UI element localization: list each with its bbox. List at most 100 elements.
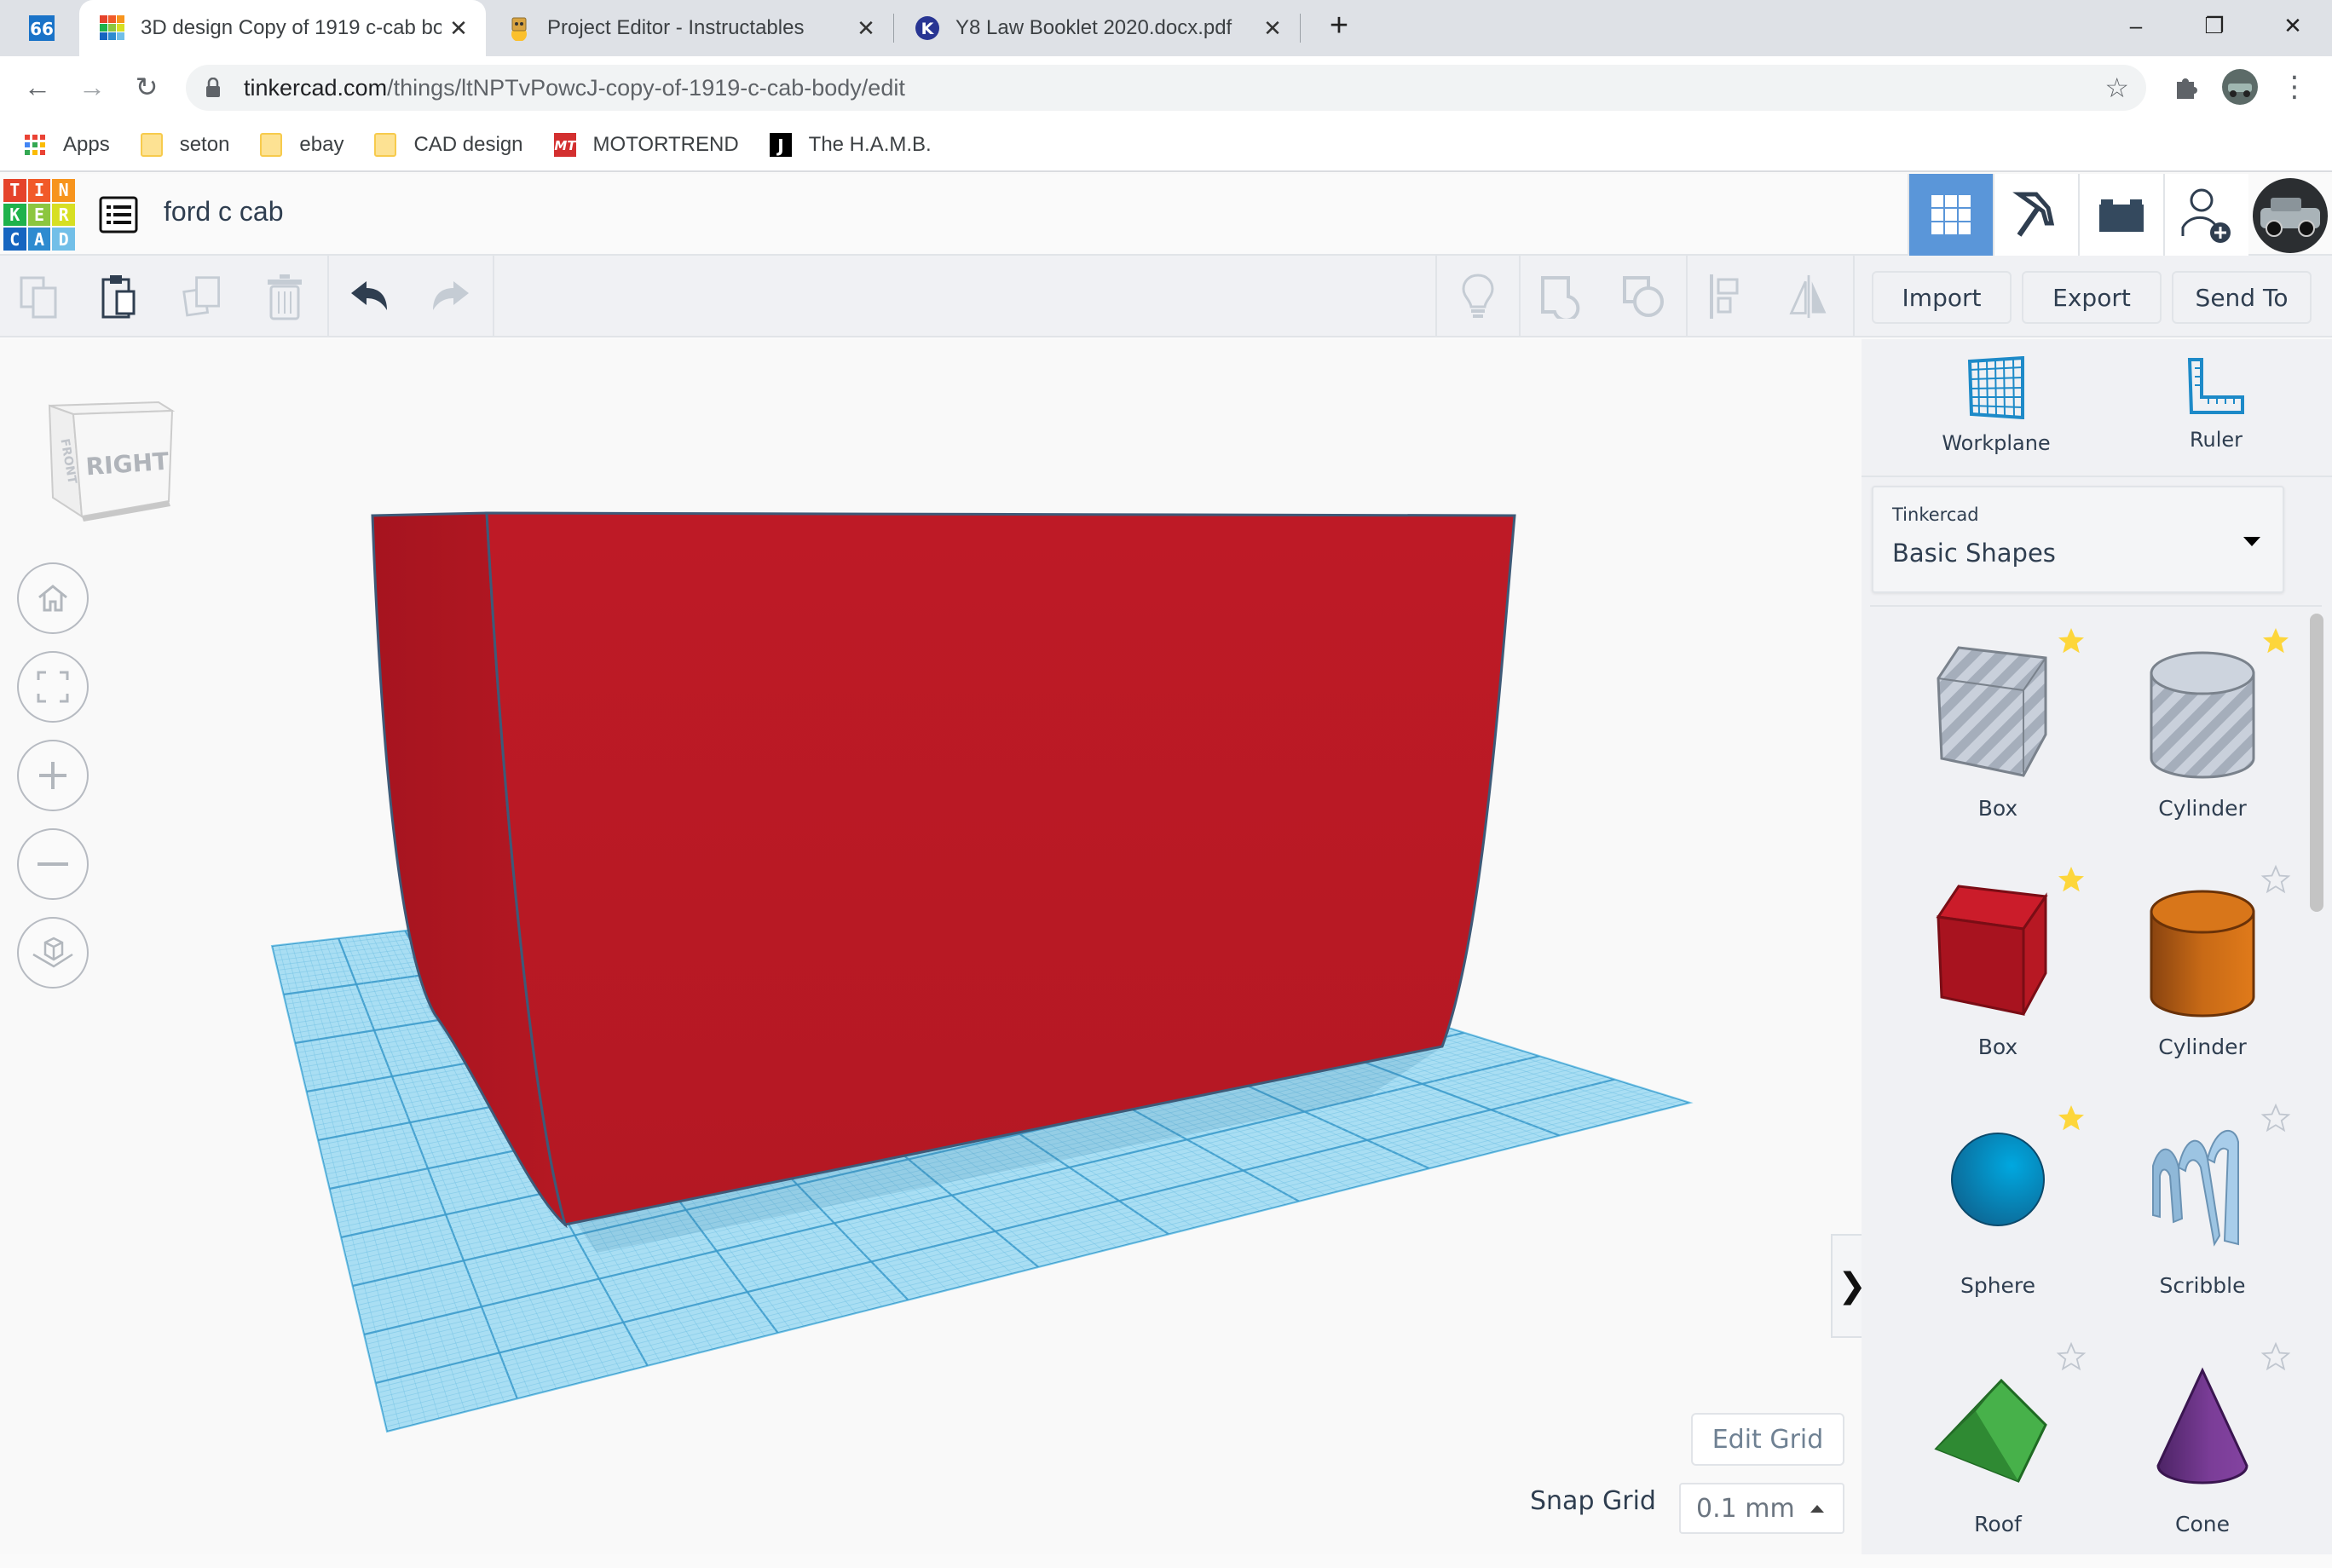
shape-box[interactable]: Box xyxy=(1896,852,2100,1091)
chrome-menu-button[interactable]: ⋮ xyxy=(2272,65,2317,109)
favorite-star-outline-icon[interactable] xyxy=(2260,1103,2291,1133)
bookmark-hamb[interactable]: J The H.A.M.B. xyxy=(769,133,932,157)
delete-button[interactable] xyxy=(263,274,307,320)
shape-hole-cylinder[interactable]: Cylinder xyxy=(2100,614,2305,852)
shape-cylinder[interactable]: Cylinder xyxy=(2100,852,2305,1091)
invite-user-button[interactable] xyxy=(2163,174,2248,256)
logo-letter: T xyxy=(3,179,26,202)
export-button[interactable]: Export xyxy=(2022,271,2162,324)
mirror-button[interactable] xyxy=(1787,274,1831,319)
tab-title: 3D design Copy of 1919 c-cab body xyxy=(141,16,442,39)
blocks-view-button[interactable] xyxy=(1993,174,2078,256)
back-button[interactable]: ← xyxy=(15,65,60,109)
bookmark-seton[interactable]: seton xyxy=(140,133,229,157)
redo-icon xyxy=(433,281,469,310)
bricks-view-button[interactable] xyxy=(2078,174,2163,256)
favorite-star-icon[interactable] xyxy=(2056,1103,2087,1133)
logo-letter: A xyxy=(27,228,51,251)
pinned-tab[interactable]: 66 xyxy=(19,0,70,56)
home-view-button[interactable] xyxy=(17,562,89,634)
favorite-star-icon[interactable] xyxy=(2260,625,2291,656)
3d-viewport[interactable]: RIGHT FRONT ❯ Edit Grid Snap Grid 0.1 mm xyxy=(0,339,1862,1554)
close-window-button[interactable]: ✕ xyxy=(2254,0,2332,51)
tinkercad-logo[interactable]: T I N K E R C A D xyxy=(3,179,75,251)
toolbar-divider xyxy=(1686,256,1688,337)
url-input[interactable]: tinkercad.com/things/ltNPTvPowcJ-copy-of… xyxy=(186,65,2146,111)
3d-design-view-button[interactable] xyxy=(1908,174,1993,256)
import-button[interactable]: Import xyxy=(1872,271,2012,324)
group-button[interactable] xyxy=(1539,274,1584,319)
tab-close-icon[interactable]: ✕ xyxy=(849,15,883,42)
send-to-button[interactable]: Send To xyxy=(2172,271,2312,324)
align-icon xyxy=(1710,274,1739,319)
apps-grid-icon xyxy=(25,135,45,155)
paste-button[interactable] xyxy=(97,274,141,319)
perspective-toggle-button[interactable] xyxy=(17,917,89,989)
user-plus-icon xyxy=(2181,188,2231,243)
logo-letter: K xyxy=(3,203,26,227)
zoom-out-button[interactable] xyxy=(17,828,89,900)
hole-cylinder-icon xyxy=(2150,651,2255,779)
forward-button[interactable]: → xyxy=(70,65,114,109)
copy-button[interactable] xyxy=(17,274,61,319)
logo-letter: D xyxy=(52,228,75,251)
favorite-star-outline-icon[interactable] xyxy=(2260,1341,2291,1372)
tab-tinkercad[interactable]: 3D design Copy of 1919 c-cab body ✕ xyxy=(79,0,486,56)
design-title[interactable]: ford c cab xyxy=(164,196,284,228)
light-button[interactable] xyxy=(1456,274,1500,319)
tab-close-icon[interactable]: ✕ xyxy=(442,15,476,42)
minimize-button[interactable]: – xyxy=(2097,0,2175,51)
zoom-in-button[interactable] xyxy=(17,740,89,811)
workplane-tool[interactable]: Workplane xyxy=(1911,356,2081,455)
snap-grid-select[interactable]: 0.1 mm xyxy=(1679,1483,1844,1534)
shape-library-select[interactable]: Tinkercad Basic Shapes xyxy=(1872,486,2284,593)
duplicate-button[interactable] xyxy=(181,274,225,319)
shape-roof[interactable]: Roof xyxy=(1896,1329,2100,1568)
view-cube[interactable]: RIGHT FRONT xyxy=(44,390,181,527)
toolbar-divider xyxy=(327,256,329,337)
bookmark-motortrend[interactable]: MT MOTORTREND xyxy=(553,133,739,157)
folder-icon xyxy=(140,133,163,157)
toolbar-divider xyxy=(1519,256,1521,337)
tab-close-icon[interactable]: ✕ xyxy=(1255,15,1290,42)
arrow-left-icon: ← xyxy=(24,71,51,102)
bookmarks-bar: Apps seton ebay CAD design MT MOTORTREND… xyxy=(0,119,2332,172)
bookmark-ebay[interactable]: ebay xyxy=(260,133,343,157)
shapes-scrollbar[interactable] xyxy=(2310,614,2323,912)
edit-grid-button[interactable]: Edit Grid xyxy=(1691,1413,1844,1466)
extensions-puzzle-icon[interactable] xyxy=(2172,73,2199,101)
favorite-star-outline-icon[interactable] xyxy=(2056,1341,2087,1372)
tab-instructables[interactable]: Project Editor - Instructables ✕ xyxy=(486,0,893,56)
logo-letter: N xyxy=(52,179,75,202)
bookmark-apps[interactable]: Apps xyxy=(24,133,110,157)
ortho-cube-icon xyxy=(32,937,73,968)
user-avatar[interactable] xyxy=(2252,177,2329,254)
browser-tab-strip: 66 3D design Copy of 1919 c-cab body ✕ P… xyxy=(0,0,2332,56)
favorite-star-icon[interactable] xyxy=(2056,625,2087,656)
undo-button[interactable] xyxy=(348,274,392,319)
ruler-tool[interactable]: Ruler xyxy=(2131,356,2301,452)
shape-cone[interactable]: Cone xyxy=(2100,1329,2305,1568)
bookmark-star-icon[interactable]: ☆ xyxy=(2104,72,2129,104)
reload-button[interactable]: ↻ xyxy=(124,65,169,109)
collapse-panel-button[interactable]: ❯ xyxy=(1831,1234,1862,1338)
svg-text:J: J xyxy=(776,135,783,156)
shape-hole-box[interactable]: Box xyxy=(1896,614,2100,852)
k-icon: K xyxy=(915,16,939,40)
tab-law-booklet[interactable]: K Y8 Law Booklet 2020.docx.pdf ✕ xyxy=(894,0,1300,56)
ungroup-button[interactable] xyxy=(1621,274,1665,319)
folder-icon xyxy=(260,133,283,157)
new-tab-button[interactable]: + xyxy=(1301,0,1377,51)
design-list-icon[interactable] xyxy=(99,196,138,233)
profile-avatar[interactable] xyxy=(2221,68,2259,106)
fit-view-button[interactable] xyxy=(17,651,89,723)
redo-button[interactable] xyxy=(428,274,472,319)
favorite-star-outline-icon[interactable] xyxy=(2260,864,2291,895)
favorite-star-icon[interactable] xyxy=(2056,864,2087,895)
restore-button[interactable]: ❐ xyxy=(2175,0,2254,51)
shape-scribble[interactable]: Scribble xyxy=(2100,1091,2305,1329)
caret-down-icon xyxy=(2243,537,2260,546)
bookmark-cad-design[interactable]: CAD design xyxy=(374,133,523,157)
shape-sphere[interactable]: Sphere xyxy=(1896,1091,2100,1329)
align-button[interactable] xyxy=(1705,274,1749,319)
